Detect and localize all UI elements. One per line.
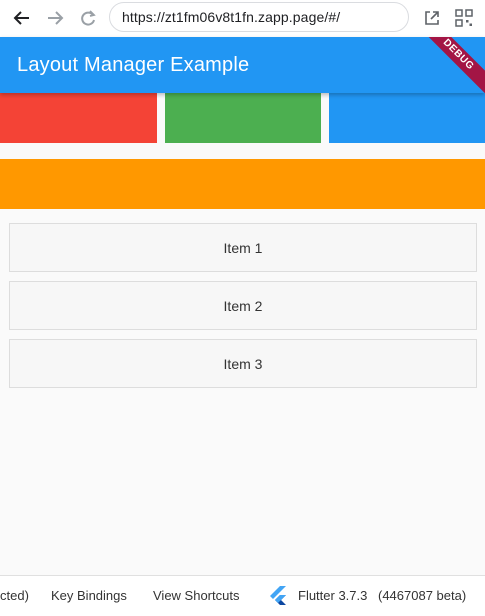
app-bar: Layout Manager Example DEBUG (0, 37, 485, 93)
open-external-icon[interactable] (422, 8, 442, 28)
green-box (165, 93, 321, 143)
back-arrow-icon[interactable] (12, 8, 32, 28)
app-title: Layout Manager Example (17, 54, 250, 76)
reload-icon[interactable] (78, 8, 98, 28)
list-item[interactable]: Item 1 (9, 223, 477, 272)
list-item-label: Item 1 (223, 239, 263, 256)
bottom-status-bar: cted) Key Bindings View Shortcuts Flutte… (0, 575, 485, 616)
orange-bar (0, 159, 485, 209)
list-item[interactable]: Item 2 (9, 281, 477, 330)
flutter-version-text: Flutter 3.7.3 (298, 588, 368, 603)
key-bindings-link[interactable]: Key Bindings (51, 588, 127, 603)
qr-code-icon[interactable] (454, 8, 474, 28)
url-bar[interactable]: https://zt1fm06v8t1fn.zapp.page/#/ (109, 2, 409, 32)
flutter-logo-icon (270, 586, 286, 605)
forward-arrow-icon[interactable] (45, 8, 65, 28)
browser-toolbar: https://zt1fm06v8t1fn.zapp.page/#/ (0, 0, 485, 37)
view-shortcuts-link[interactable]: View Shortcuts (153, 588, 239, 603)
debug-banner: DEBUG (413, 37, 485, 93)
red-box (0, 93, 157, 143)
url-text: https://zt1fm06v8t1fn.zapp.page/#/ (122, 9, 341, 25)
truncated-status-text: cted) (0, 588, 29, 603)
list-item-label: Item 2 (223, 297, 263, 314)
blue-box (329, 93, 485, 143)
flutter-build-text: (4467087 beta) (378, 588, 467, 603)
list-item-label: Item 3 (223, 355, 263, 372)
list-item[interactable]: Item 3 (9, 339, 477, 388)
